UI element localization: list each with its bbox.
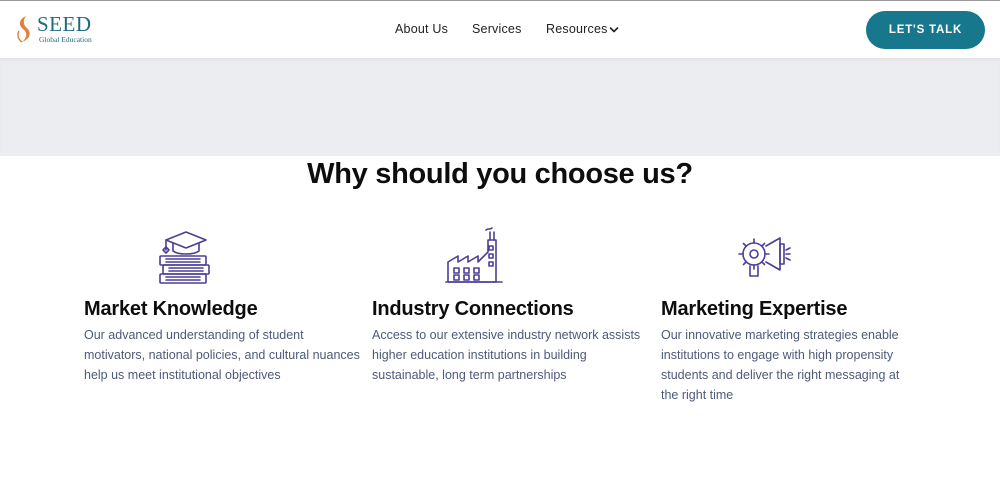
nav-resources[interactable]: Resources — [546, 22, 608, 36]
feature-title: Industry Connections — [372, 298, 574, 320]
hero-band — [0, 58, 1000, 156]
factory-icon — [445, 227, 503, 283]
feature-title: Marketing Expertise — [661, 298, 848, 320]
feature-description: Access to our extensive industry network… — [372, 328, 641, 382]
nav-about-us[interactable]: About Us — [395, 22, 448, 36]
nav-services[interactable]: Services — [472, 22, 522, 36]
chevron-down-icon[interactable] — [609, 26, 619, 34]
feature-description: Our innovative marketing strategies enab… — [661, 328, 900, 402]
main-nav: About Us Services Resources — [0, 22, 1000, 40]
megaphone-gear-icon — [738, 237, 791, 277]
section-title: Why should you choose us? — [307, 158, 693, 190]
lets-talk-button[interactable]: LET'S TALK — [866, 11, 985, 49]
site-header: SEED Global Education About Us Services … — [0, 1, 1000, 58]
feature-title: Market Knowledge — [84, 298, 258, 320]
graduation-cap-books-icon — [159, 231, 210, 284]
feature-description: Our advanced understanding of student mo… — [84, 328, 360, 382]
